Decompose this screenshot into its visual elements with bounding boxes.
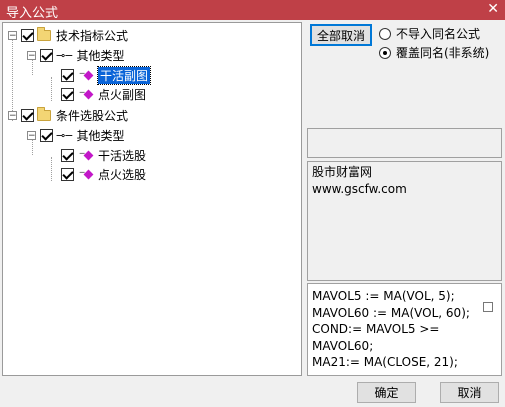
formula-code-text: MAVOL5 := MA(VOL, 5); MAVOL60 := MA(VOL,…: [312, 289, 470, 369]
collapse-icon[interactable]: −: [8, 110, 17, 120]
tree-checkbox[interactable]: [21, 108, 34, 122]
tree-checkbox[interactable]: [61, 148, 74, 162]
tree-node-label: 点火选股: [98, 167, 147, 182]
tree-checkbox[interactable]: [40, 48, 53, 62]
tree-checkbox[interactable]: [61, 167, 74, 181]
info-site-url: www.gscfw.com: [312, 182, 407, 196]
formula-icon: [83, 89, 94, 99]
tree-node-label: 其他类型: [76, 48, 125, 63]
tree-node-label: 干活选股: [98, 148, 147, 163]
key-icon: ⊸−: [56, 48, 73, 62]
window-title: 导入公式: [6, 6, 59, 21]
tree-leaf-ganhuo-xuangu[interactable]: 干活选股: [61, 146, 146, 164]
tree-leaf-ganhuo-futu[interactable]: 干活副图: [61, 65, 152, 85]
tree-node-other-types-2[interactable]: − ⊸− 其他类型: [27, 126, 124, 144]
tree-leaf-dianhuo-xuangu[interactable]: 点火选股: [61, 165, 146, 183]
cancel-all-button[interactable]: 全部取消: [310, 24, 372, 46]
cancel-button[interactable]: 取消: [440, 382, 499, 403]
radio-label: 不导入同名公式: [396, 27, 481, 41]
title-bar: 导入公式 ✕: [0, 0, 505, 21]
formula-icon: [83, 70, 94, 80]
close-icon[interactable]: ✕: [487, 1, 499, 17]
description-field: [307, 128, 502, 158]
tree-line: [51, 77, 52, 101]
collapse-icon[interactable]: −: [27, 50, 36, 60]
tree-line: [51, 157, 52, 181]
radio-circle[interactable]: [379, 27, 391, 40]
folder-icon: [37, 106, 51, 121]
ok-button[interactable]: 确定: [357, 382, 416, 403]
radio-circle[interactable]: [379, 46, 391, 59]
info-site-name: 股市财富网: [312, 165, 373, 179]
tree-leaf-dianhuo-futu[interactable]: 点火副图: [61, 85, 146, 103]
code-toggle-checkbox[interactable]: [483, 302, 493, 312]
formula-tree[interactable]: − 技术指标公式 − ⊸− 其他类型 干活副图 点火副图 − 条件选股公式 − …: [2, 22, 302, 376]
tree-checkbox[interactable]: [61, 87, 74, 101]
tree-node-other-types[interactable]: − ⊸− 其他类型: [27, 46, 124, 64]
radio-overwrite-duplicates[interactable]: 覆盖同名(非系统): [379, 44, 489, 61]
key-icon: ⊸−: [56, 128, 73, 142]
collapse-icon[interactable]: −: [27, 130, 36, 140]
tree-checkbox[interactable]: [21, 28, 34, 42]
formula-icon: [83, 169, 94, 179]
tree-node-label: 干活副图: [96, 65, 152, 85]
tree-node-label: 技术指标公式: [56, 28, 129, 43]
tree-node-tech-indicators[interactable]: − 技术指标公式: [8, 26, 128, 44]
formula-icon: [83, 150, 94, 160]
tree-checkbox[interactable]: [40, 128, 53, 142]
tree-node-label: 其他类型: [76, 128, 125, 143]
collapse-icon[interactable]: −: [8, 30, 17, 40]
folder-icon: [37, 26, 51, 41]
tree-checkbox[interactable]: [61, 68, 74, 82]
tree-node-label: 点火副图: [98, 87, 147, 102]
info-text: 股市财富网 www.gscfw.com: [310, 164, 500, 280]
formula-code-box[interactable]: MAVOL5 := MA(VOL, 5); MAVOL60 := MA(VOL,…: [307, 283, 502, 376]
tree-node-stock-selection[interactable]: − 条件选股公式: [8, 106, 128, 124]
radio-no-import-duplicates[interactable]: 不导入同名公式: [379, 25, 480, 42]
radio-label: 覆盖同名(非系统): [396, 46, 490, 60]
tree-node-label: 条件选股公式: [56, 108, 129, 123]
